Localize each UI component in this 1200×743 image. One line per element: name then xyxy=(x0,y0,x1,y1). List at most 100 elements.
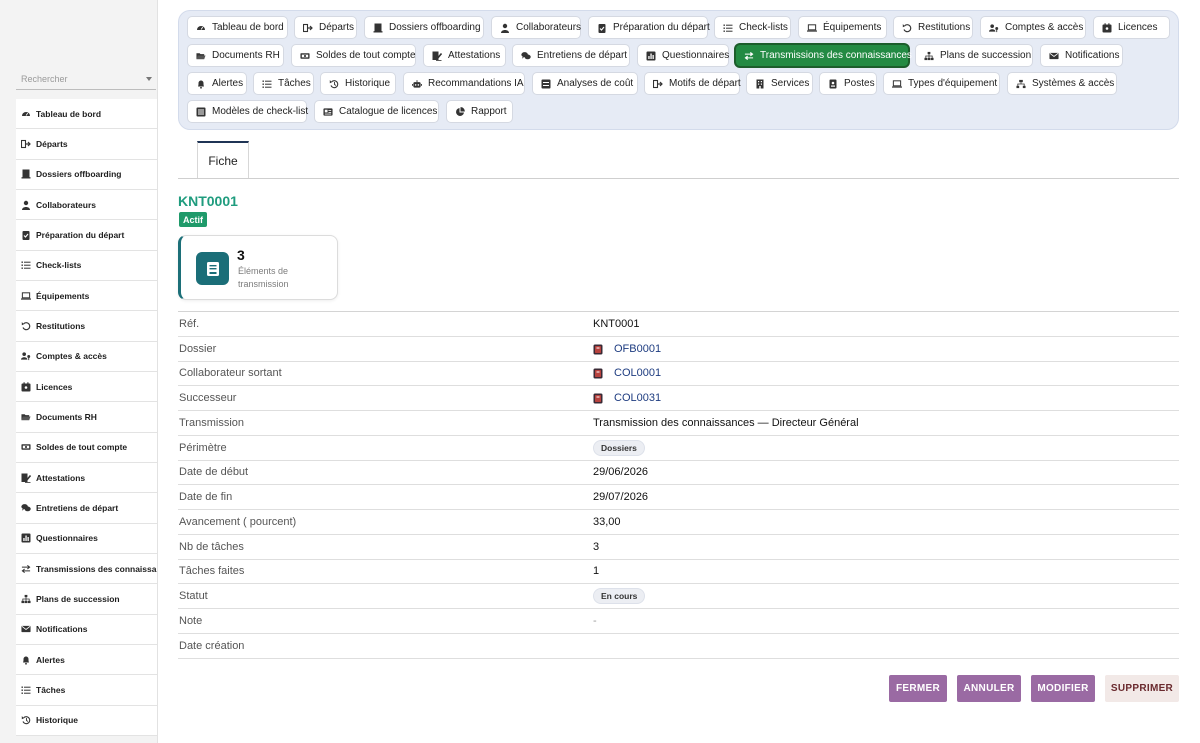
sidebar-item-alertes[interactable]: Alertes xyxy=(16,645,157,676)
toolbar-button-dossiers-offboarding[interactable]: Dossiers offboarding xyxy=(364,16,484,39)
sidebar-item-label: Dossiers offboarding xyxy=(36,169,122,180)
toolbar-button-modeles-de-check-list[interactable]: Modèles de check-list xyxy=(187,100,309,123)
catalog-icon xyxy=(323,107,333,117)
sidebar-item-label: Tableau de bord xyxy=(36,108,102,119)
toolbar-button-licences[interactable]: Licences xyxy=(1093,16,1170,39)
toolbar-button-collaborateurs[interactable]: Collaborateurs xyxy=(491,16,581,39)
toolbar-button-notifications[interactable]: Notifications xyxy=(1040,44,1123,67)
sidebar-item-documents-rh[interactable]: Documents RH xyxy=(16,402,157,433)
undo-icon xyxy=(21,321,31,331)
toolbar-button-restitutions[interactable]: Restitutions xyxy=(893,16,973,39)
field-value-cell: 29/07/2026 xyxy=(593,491,648,503)
toolbar-button-label: Dossiers offboarding xyxy=(389,22,481,33)
toolbar-button-check-lists[interactable]: Check-lists xyxy=(714,16,791,39)
sidebar-item-label: Notifications xyxy=(36,624,88,635)
field-value-cell: - xyxy=(593,615,597,627)
kpi-value: 3 xyxy=(237,247,245,263)
folder-open-icon xyxy=(196,51,206,61)
record-link[interactable]: COL0001 xyxy=(614,367,661,379)
field-value: Transmission des connaissances — Directe… xyxy=(593,416,859,429)
toolbar-button-rapport[interactable]: Rapport xyxy=(446,100,513,123)
robot-icon xyxy=(412,79,422,89)
toolbar-button-alertes[interactable]: Alertes xyxy=(187,72,247,95)
sidebar-item-departs[interactable]: Départs xyxy=(16,129,157,160)
laptop-icon xyxy=(21,291,31,301)
field-label: Tâches faites xyxy=(179,565,245,578)
sidebar-item-questionnaires[interactable]: Questionnaires xyxy=(16,524,157,554)
toolbar-button-label: Plans de succession xyxy=(940,50,1032,61)
toolbar-button-documents-rh[interactable]: Documents RH xyxy=(187,44,284,67)
field-row-collaborateur-sortant: Collaborateur sortant COL0001 xyxy=(178,362,1179,387)
value-chip: En cours xyxy=(593,588,646,605)
toolbar-button-recommandations-ia[interactable]: Recommandations IA xyxy=(403,72,525,95)
poll-icon xyxy=(21,533,31,543)
toolbar-button-attestations[interactable]: Attestations xyxy=(423,44,506,67)
sidebar-item-label: Documents RH xyxy=(36,411,97,422)
toolbar-button-types-d-equipement[interactable]: Types d'équipement xyxy=(883,72,1000,95)
sidebar-item-attestations[interactable]: Attestations xyxy=(16,463,157,494)
field-value-cell: 3 xyxy=(593,541,599,553)
toolbar-button-equipements[interactable]: Équipements xyxy=(798,16,887,39)
details-table: Réf. KNT0001 Dossier OFB0001 Collaborateur s… xyxy=(178,311,1179,659)
sidebar-item-soldes-de-tout-compte[interactable]: Soldes de tout compte xyxy=(16,433,157,463)
toolbar-button-services[interactable]: Services xyxy=(746,72,813,95)
sidebar-item-taches[interactable]: Tâches xyxy=(16,675,157,706)
toolbar-button-label: Transmissions des connaissances xyxy=(760,50,912,61)
sidebar-item-restitutions[interactable]: Restitutions xyxy=(16,311,157,342)
field-row-nb-de-taches: Nb de tâches 3 xyxy=(178,535,1179,560)
sidebar-item-label: Historique xyxy=(36,715,79,726)
sidebar-item-equipements[interactable]: Équipements xyxy=(16,281,157,312)
sidebar-item-tableau-de-bord[interactable]: Tableau de bord xyxy=(16,99,157,130)
toolbar-button-plans-de-succession[interactable]: Plans de succession xyxy=(915,44,1033,67)
toolbar-button-label: Analyses de coût xyxy=(557,78,634,89)
toolbar-button-departs[interactable]: Départs xyxy=(294,16,357,39)
toolbar-button-transmissions-des-connaissances[interactable]: Transmissions des connaissances xyxy=(735,44,912,67)
toolbar-button-label: Alertes xyxy=(212,78,244,89)
toolbar-button-soldes-de-tout-compte[interactable]: Soldes de tout compte xyxy=(291,44,416,67)
field-label: Réf. xyxy=(179,317,200,330)
cancel-button[interactable]: ANNULER xyxy=(957,675,1021,702)
sidebar-item-notifications[interactable]: Notifications xyxy=(16,615,157,645)
sidebar-item-historique[interactable]: Historique xyxy=(16,706,157,736)
sidebar-item-collaborateurs[interactable]: Collaborateurs xyxy=(16,190,157,221)
field-label: Avancement ( pourcent) xyxy=(179,515,297,528)
toolbar-button-tableau-de-bord[interactable]: Tableau de bord xyxy=(187,16,288,39)
toolbar-button-catalogue-de-licences[interactable]: Catalogue de licences xyxy=(314,100,439,123)
book-icon xyxy=(196,252,229,285)
tab-fiche[interactable]: Fiche xyxy=(197,141,249,179)
toolbar-button-entretiens-de-depart[interactable]: Entretiens de départ xyxy=(512,44,630,67)
sidebar-item-preparation-du-depart[interactable]: Préparation du départ xyxy=(16,220,157,251)
record-link[interactable]: OFB0001 xyxy=(614,343,661,355)
sidebar-item-licences[interactable]: Licences xyxy=(16,372,157,403)
search-input[interactable]: Rechercher xyxy=(16,68,156,90)
chevron-down-icon[interactable] xyxy=(146,77,152,81)
toolbar-button-comptes-acces[interactable]: Comptes & accès xyxy=(980,16,1086,39)
delete-button[interactable]: SUPPRIMER xyxy=(1105,675,1179,702)
toolbar-button-systemes-acces[interactable]: Systèmes & accès xyxy=(1007,72,1117,95)
sidebar-item-dossiers-offboarding[interactable]: Dossiers offboarding xyxy=(16,160,157,190)
record-link[interactable]: COL0031 xyxy=(614,392,661,404)
sidebar-item-entretiens-de-depart[interactable]: Entretiens de départ xyxy=(16,493,157,524)
toolbar-button-preparation-du-depart[interactable]: Préparation du départ xyxy=(588,16,710,39)
field-value-cell: KNT0001 xyxy=(593,318,639,330)
edit-button[interactable]: MODIFIER xyxy=(1031,675,1095,702)
toolbar-button-motifs-de-depart[interactable]: Motifs de départ xyxy=(644,72,741,95)
sidebar-item-plans-de-succession[interactable]: Plans de succession xyxy=(16,584,157,615)
field-label: Statut xyxy=(179,590,208,603)
signature-icon xyxy=(432,51,442,61)
sidebar-item-comptes-acces[interactable]: Comptes & accès xyxy=(16,342,157,372)
field-value: KNT0001 xyxy=(593,317,640,330)
sidebar-item-check-lists[interactable]: Check-lists xyxy=(16,251,157,281)
toolbar-button-analyses-de-cout[interactable]: Analyses de coût xyxy=(532,72,638,95)
toolbar-button-historique[interactable]: Historique xyxy=(320,72,396,95)
toolbar-button-label: Modèles de check-list xyxy=(212,106,309,117)
clipboard-check-icon xyxy=(21,230,31,240)
toolbar-button-questionnaires[interactable]: Questionnaires xyxy=(637,44,729,67)
toolbar-button-postes[interactable]: Postes xyxy=(819,72,877,95)
sitemap-icon xyxy=(924,51,934,61)
bell-icon xyxy=(196,79,206,89)
list-icon xyxy=(723,23,733,33)
toolbar-button-taches[interactable]: Tâches xyxy=(253,72,314,95)
sidebar-item-transmissions-des-connaissances[interactable]: Transmissions des connaissances xyxy=(16,554,157,585)
close-button[interactable]: FERMER xyxy=(889,675,947,702)
